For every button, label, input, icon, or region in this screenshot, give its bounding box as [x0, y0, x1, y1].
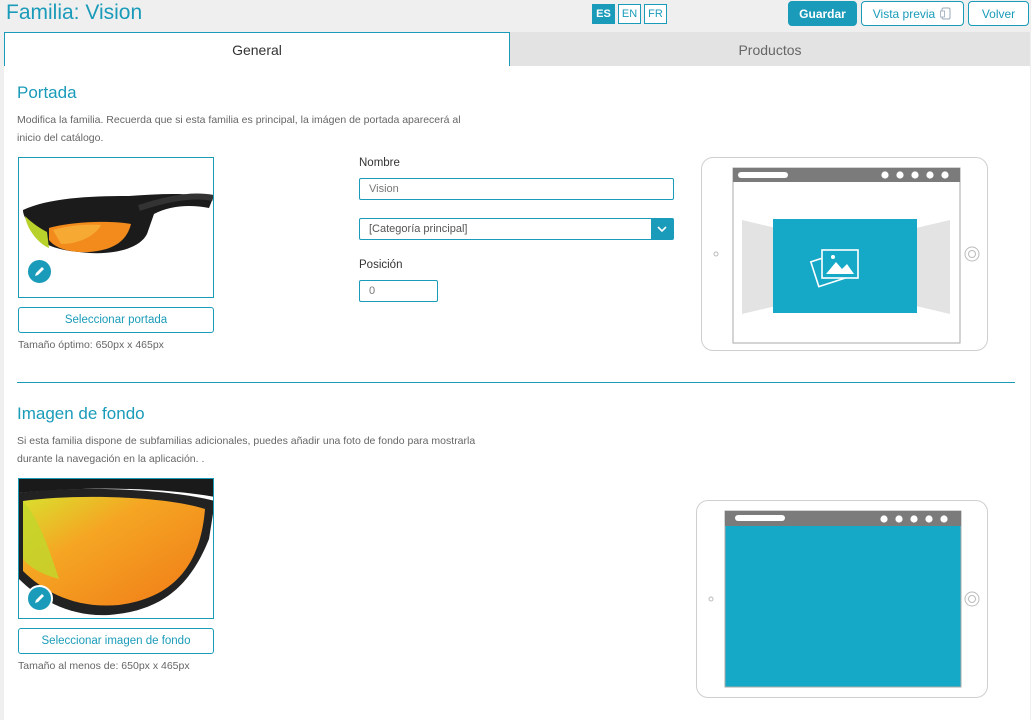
- edit-background-button[interactable]: [26, 585, 53, 612]
- position-input[interactable]: 0: [359, 280, 438, 302]
- preview-button[interactable]: Vista previa: [861, 1, 964, 26]
- edit-cover-button[interactable]: [26, 258, 53, 285]
- lang-fr-button[interactable]: FR: [644, 4, 667, 24]
- background-image-preview[interactable]: [18, 478, 214, 619]
- section-divider: [17, 382, 1015, 383]
- category-select[interactable]: [Categoría principal]: [359, 218, 674, 240]
- background-layout-preview: [193, 2, 988, 698]
- name-input[interactable]: Vision: [359, 178, 674, 200]
- pencil-icon: [35, 594, 44, 603]
- pencil-icon: [35, 267, 44, 276]
- save-button[interactable]: Guardar: [788, 1, 857, 26]
- cover-section-title: Portada: [17, 83, 77, 102]
- chevron-down-icon: [651, 219, 673, 239]
- tablet-grid-illustration: [193, 2, 980, 688]
- cover-image-preview[interactable]: [18, 157, 214, 298]
- tablet-cover-illustration: [713, 167, 980, 344]
- cover-size-hint: Tamaño óptimo: 650px x 465px: [18, 339, 164, 351]
- background-section-title: Imagen de fondo: [17, 404, 145, 423]
- tab-products[interactable]: Productos: [510, 32, 1030, 67]
- tablet-preview-icon: [940, 7, 951, 20]
- tab-general[interactable]: General: [4, 32, 510, 67]
- lang-es-button[interactable]: ES: [592, 4, 615, 24]
- cover-layout-preview: [701, 157, 988, 351]
- position-label: Posición: [359, 259, 403, 271]
- category-select-value: [Categoría principal]: [369, 223, 468, 235]
- page-title: Familia: Vision: [6, 1, 143, 24]
- name-label: Nombre: [359, 157, 400, 169]
- lang-en-button[interactable]: EN: [618, 4, 641, 24]
- background-description: Si esta familia dispone de subfamilias a…: [17, 435, 476, 465]
- cover-description: Modifica la familia. Recuerda que si est…: [17, 114, 461, 144]
- preview-button-label: Vista previa: [872, 6, 936, 21]
- select-cover-button[interactable]: Seleccionar portada: [18, 307, 214, 333]
- select-background-button[interactable]: Seleccionar imagen de fondo: [18, 628, 214, 654]
- back-button[interactable]: Volver: [968, 1, 1029, 26]
- background-size-hint: Tamaño al menos de: 650px x 465px: [18, 660, 190, 672]
